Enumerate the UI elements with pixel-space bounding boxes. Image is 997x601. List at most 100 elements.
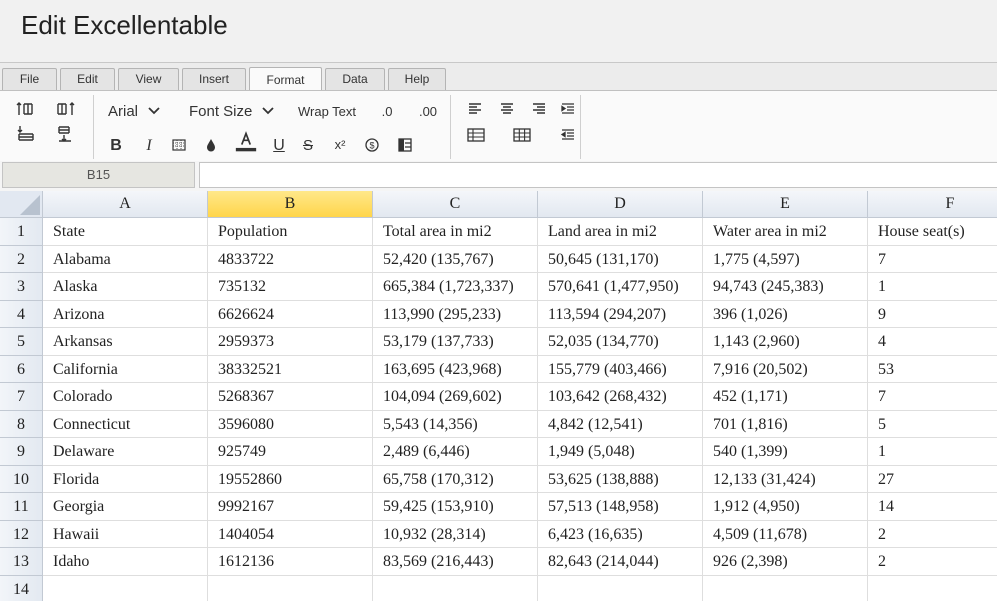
insert-row-above-icon[interactable] bbox=[14, 123, 38, 145]
insert-column-right-icon[interactable] bbox=[54, 98, 78, 120]
row-header[interactable]: 10 bbox=[0, 465, 43, 493]
font-family-dropdown[interactable]: Arial bbox=[108, 100, 170, 122]
table-cell[interactable]: 1,775 (4,597) bbox=[703, 245, 868, 273]
table-cell[interactable]: 540 (1,399) bbox=[703, 438, 868, 466]
align-center-icon[interactable] bbox=[497, 98, 517, 120]
table-cell[interactable]: 2 bbox=[868, 520, 997, 548]
table-cell[interactable]: Arkansas bbox=[43, 328, 208, 356]
table-cell[interactable]: 4833722 bbox=[208, 245, 373, 273]
row-header[interactable]: 7 bbox=[0, 383, 43, 411]
table-cell[interactable]: 4 bbox=[868, 328, 997, 356]
table-cell[interactable]: 1404054 bbox=[208, 520, 373, 548]
row-header[interactable]: 4 bbox=[0, 300, 43, 328]
fill-color-icon[interactable] bbox=[201, 134, 221, 156]
select-all-corner[interactable] bbox=[0, 191, 43, 218]
row-header[interactable]: 9 bbox=[0, 438, 43, 466]
tab-view[interactable]: View bbox=[118, 68, 179, 90]
table-cell[interactable] bbox=[208, 575, 373, 601]
table-cell[interactable]: 83,569 (216,443) bbox=[373, 548, 538, 576]
tab-format[interactable]: Format bbox=[249, 67, 322, 92]
column-header-d[interactable]: D bbox=[538, 191, 703, 218]
row-header[interactable]: 8 bbox=[0, 410, 43, 438]
table-cell[interactable]: 4,509 (11,678) bbox=[703, 520, 868, 548]
font-color-icon[interactable] bbox=[234, 131, 258, 153]
table-cell[interactable]: 452 (1,171) bbox=[703, 383, 868, 411]
row-header[interactable]: 6 bbox=[0, 355, 43, 383]
tab-data[interactable]: Data bbox=[325, 68, 385, 90]
table-cell[interactable]: 7 bbox=[868, 245, 997, 273]
cell-borders-icon[interactable] bbox=[169, 134, 189, 156]
table-cell[interactable]: 12,133 (31,424) bbox=[703, 465, 868, 493]
table-cell[interactable]: 103,642 (268,432) bbox=[538, 383, 703, 411]
bold-button[interactable]: B bbox=[106, 135, 126, 157]
column-header-b[interactable]: B bbox=[208, 191, 373, 218]
table-cell[interactable]: 1612136 bbox=[208, 548, 373, 576]
table-cell[interactable]: 4,842 (12,541) bbox=[538, 410, 703, 438]
table-cell[interactable]: 10,932 (28,314) bbox=[373, 520, 538, 548]
wrap-text-button[interactable]: Wrap Text bbox=[296, 100, 358, 122]
row-header[interactable]: 3 bbox=[0, 273, 43, 301]
tab-edit[interactable]: Edit bbox=[60, 68, 115, 90]
table-cell[interactable]: Total area in mi2 bbox=[373, 218, 538, 246]
cell-reference-box[interactable]: B15 bbox=[2, 162, 195, 188]
table-cell[interactable]: Alaska bbox=[43, 273, 208, 301]
table-cell[interactable]: Delaware bbox=[43, 438, 208, 466]
superscript-button[interactable]: x² bbox=[329, 133, 351, 155]
tab-insert[interactable]: Insert bbox=[182, 68, 246, 90]
table-cell[interactable]: Population bbox=[208, 218, 373, 246]
table-cell[interactable]: 52,035 (134,770) bbox=[538, 328, 703, 356]
table-grid-icon[interactable] bbox=[511, 124, 533, 146]
decrease-decimal-button[interactable]: .0 bbox=[376, 100, 398, 122]
table-cell[interactable]: 570,641 (1,477,950) bbox=[538, 273, 703, 301]
merge-cells-icon[interactable] bbox=[395, 134, 415, 156]
font-size-dropdown[interactable]: Font Size bbox=[189, 100, 284, 122]
table-cell[interactable]: 113,594 (294,207) bbox=[538, 300, 703, 328]
increase-decimal-button[interactable]: .00 bbox=[414, 100, 442, 122]
table-cell[interactable]: 2,489 (6,446) bbox=[373, 438, 538, 466]
table-cell[interactable]: 155,779 (403,466) bbox=[538, 355, 703, 383]
table-cell[interactable]: 3596080 bbox=[208, 410, 373, 438]
table-insert-icon[interactable] bbox=[465, 124, 487, 146]
table-cell[interactable] bbox=[43, 575, 208, 601]
table-cell[interactable] bbox=[868, 575, 997, 601]
table-cell[interactable]: 6,423 (16,635) bbox=[538, 520, 703, 548]
insert-column-left-icon[interactable] bbox=[14, 98, 38, 120]
table-cell[interactable]: 59,425 (153,910) bbox=[373, 493, 538, 521]
table-cell[interactable]: 2959373 bbox=[208, 328, 373, 356]
table-cell[interactable]: 113,990 (295,233) bbox=[373, 300, 538, 328]
row-header[interactable]: 2 bbox=[0, 245, 43, 273]
table-cell[interactable]: 38332521 bbox=[208, 355, 373, 383]
table-cell[interactable]: Colorado bbox=[43, 383, 208, 411]
table-cell[interactable]: State bbox=[43, 218, 208, 246]
tab-file[interactable]: File bbox=[2, 68, 57, 90]
row-header[interactable]: 1 bbox=[0, 218, 43, 246]
align-left-icon[interactable] bbox=[465, 98, 485, 120]
table-cell[interactable]: 27 bbox=[868, 465, 997, 493]
table-cell[interactable]: Connecticut bbox=[43, 410, 208, 438]
table-cell[interactable]: 925749 bbox=[208, 438, 373, 466]
table-cell[interactable]: 104,094 (269,602) bbox=[373, 383, 538, 411]
column-header-e[interactable]: E bbox=[703, 191, 868, 218]
table-cell[interactable]: House seat(s) bbox=[868, 218, 997, 246]
row-header[interactable]: 12 bbox=[0, 520, 43, 548]
align-right-icon[interactable] bbox=[529, 98, 549, 120]
table-cell[interactable]: Water area in mi2 bbox=[703, 218, 868, 246]
table-cell[interactable]: 7,916 (20,502) bbox=[703, 355, 868, 383]
table-cell[interactable]: 6626624 bbox=[208, 300, 373, 328]
strikethrough-button[interactable]: S bbox=[298, 134, 318, 156]
table-cell[interactable]: 94,743 (245,383) bbox=[703, 273, 868, 301]
table-cell[interactable]: 163,695 (423,968) bbox=[373, 355, 538, 383]
table-cell[interactable]: 735132 bbox=[208, 273, 373, 301]
table-cell[interactable] bbox=[538, 575, 703, 601]
table-cell[interactable]: Arizona bbox=[43, 300, 208, 328]
table-cell[interactable]: California bbox=[43, 355, 208, 383]
table-cell[interactable]: 1 bbox=[868, 438, 997, 466]
formula-input[interactable] bbox=[199, 162, 997, 188]
table-cell[interactable] bbox=[703, 575, 868, 601]
table-cell[interactable]: 1 bbox=[868, 273, 997, 301]
table-cell[interactable]: 665,384 (1,723,337) bbox=[373, 273, 538, 301]
table-cell[interactable]: 53,179 (137,733) bbox=[373, 328, 538, 356]
table-cell[interactable]: 5268367 bbox=[208, 383, 373, 411]
table-cell[interactable]: 14 bbox=[868, 493, 997, 521]
table-cell[interactable]: 57,513 (148,958) bbox=[538, 493, 703, 521]
